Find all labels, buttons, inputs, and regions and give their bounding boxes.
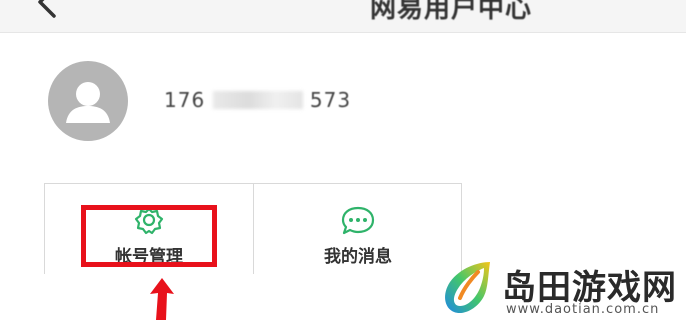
avatar[interactable] (48, 61, 128, 141)
phone-suffix: 573 (309, 88, 352, 112)
phone-prefix: 176 (164, 88, 206, 112)
highlight-box (81, 205, 217, 267)
header-bar: 网易用户中心 (0, 0, 686, 33)
user-icon (66, 82, 110, 123)
watermark: 岛田游戏网 www.daotian.com.cn (436, 258, 686, 320)
watermark-url: www.daotian.com.cn (506, 302, 660, 317)
chat-bubble-icon (341, 206, 375, 235)
pointer-arrow-icon (150, 278, 174, 320)
back-arrow-icon[interactable] (34, 0, 64, 20)
my-messages-button[interactable]: 我的消息 (254, 184, 462, 274)
daotian-logo-icon (445, 262, 490, 314)
page-title: 网易用户中心 (370, 0, 533, 24)
phone-mask (212, 91, 303, 109)
my-messages-label: 我的消息 (324, 247, 392, 267)
phone-number: 176 573 (164, 88, 351, 112)
